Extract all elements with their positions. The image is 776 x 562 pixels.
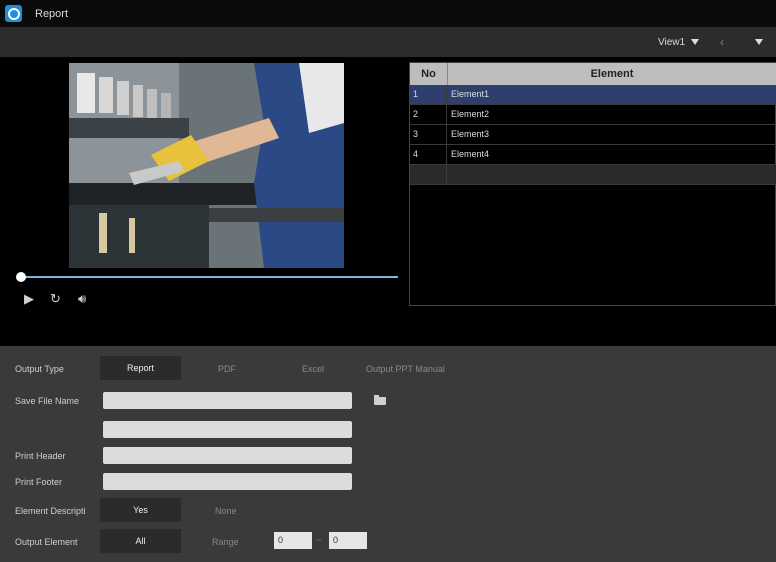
output-type-ppt-manual-option[interactable]: Output PPT Manual [366, 364, 445, 374]
element-description-label: Element Descripti [15, 506, 86, 516]
range-separator: ~ [316, 535, 322, 545]
seek-handle[interactable] [16, 272, 26, 282]
output-type-excel-option[interactable]: Excel [302, 364, 324, 374]
grid-header: No Element [410, 63, 776, 85]
print-footer-input[interactable] [103, 473, 352, 490]
print-header-label: Print Header [15, 451, 66, 461]
cell-no [410, 165, 447, 184]
cell-element: Element4 [451, 149, 490, 159]
table-row[interactable]: 1 Element1 [410, 85, 776, 105]
play-icon[interactable]: ▶ [24, 291, 34, 307]
seek-bar[interactable] [20, 276, 398, 278]
folder-icon[interactable] [374, 395, 386, 405]
output-type-pdf-option[interactable]: PDF [218, 364, 236, 374]
view-select-label: View1 [658, 37, 686, 48]
element-description-none-option[interactable]: None [215, 506, 237, 516]
print-header-input[interactable] [103, 447, 352, 464]
output-type-label: Output Type [15, 364, 64, 374]
cell-element: Element2 [451, 109, 490, 119]
cell-no: 2 [410, 105, 447, 124]
window-title: Report [35, 8, 69, 20]
element-grid: No Element 1 Element1 2 Element2 3 Eleme… [409, 62, 776, 306]
toolbar: View1 ‹ [0, 27, 776, 57]
chevron-down-icon [691, 39, 700, 46]
cell-no: 3 [410, 125, 447, 144]
range-to-input[interactable]: 0 [329, 532, 367, 549]
table-row-empty[interactable] [410, 165, 776, 185]
app-icon [5, 5, 22, 22]
output-type-report-button[interactable]: Report [100, 356, 181, 380]
prev-button[interactable]: ‹ [720, 35, 724, 49]
volume-icon[interactable]: 🔊︎ [78, 291, 86, 307]
cell-element: Element1 [451, 89, 490, 99]
replay-icon[interactable]: ↻ [50, 291, 61, 307]
save-file-name-input[interactable] [103, 392, 352, 409]
save-file-name-label: Save File Name [15, 396, 80, 406]
cell-element: Element3 [451, 129, 490, 139]
print-footer-label: Print Footer [15, 477, 63, 487]
cell-element [448, 165, 776, 184]
output-element-range-option[interactable]: Range [212, 537, 239, 547]
cell-no: 1 [410, 85, 447, 104]
output-element-label: Output Element [15, 537, 78, 547]
element-description-yes-button[interactable]: Yes [100, 498, 181, 522]
table-row[interactable]: 2 Element2 [410, 105, 776, 125]
column-header-element[interactable]: Element [448, 63, 776, 85]
cell-no: 4 [410, 145, 447, 164]
output-element-all-button[interactable]: All [100, 529, 181, 553]
video-frame[interactable] [69, 63, 344, 268]
title-bar: Report [0, 0, 776, 27]
save-path-input[interactable] [103, 421, 352, 438]
video-still [69, 63, 344, 268]
menu-dropdown-icon[interactable] [755, 39, 763, 45]
settings-panel: Output Type Report PDF Excel Output PPT … [0, 346, 776, 562]
column-header-no[interactable]: No [410, 63, 448, 85]
range-from-input[interactable]: 0 [274, 532, 312, 549]
view-select[interactable]: View1 [658, 37, 700, 48]
table-row[interactable]: 4 Element4 [410, 145, 776, 165]
table-row[interactable]: 3 Element3 [410, 125, 776, 145]
